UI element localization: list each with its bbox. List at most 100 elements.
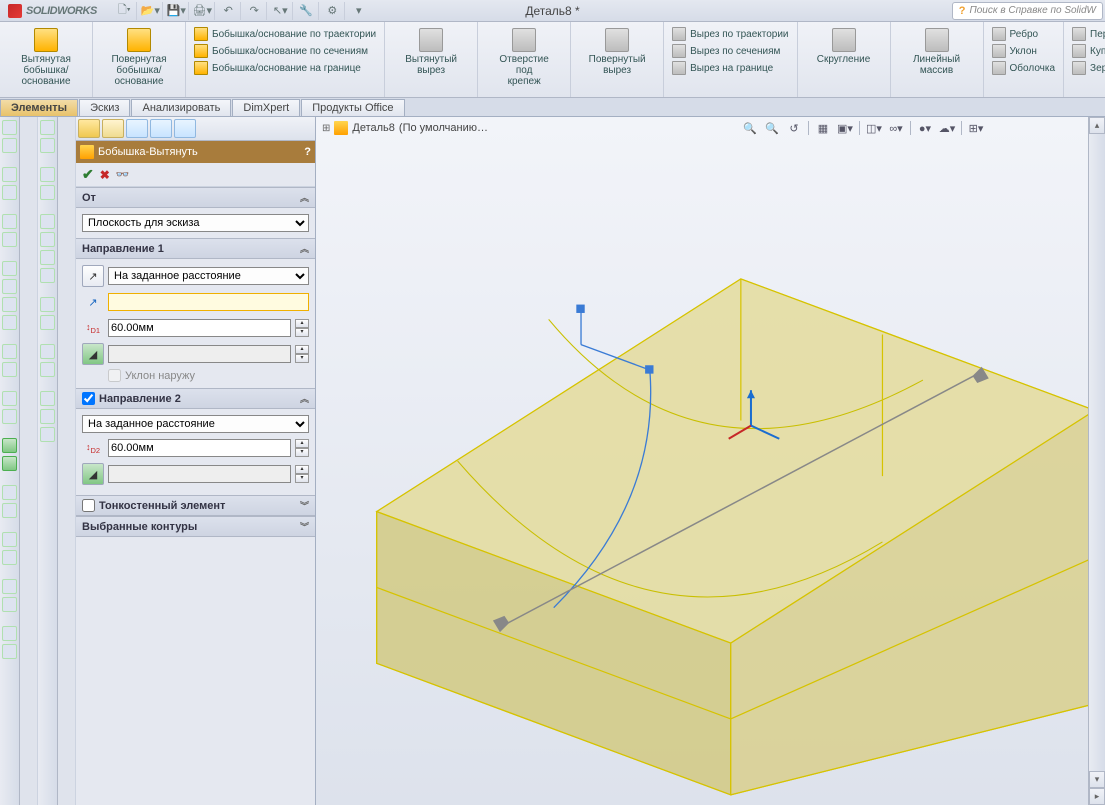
vertical-scrollbar[interactable]: ▴ ▾ ▸ bbox=[1088, 117, 1105, 805]
lofted-boss-button[interactable]: Бобышка/основание по сечениям bbox=[192, 43, 378, 59]
hole-wizard-button[interactable]: Отверстиеподкрепеж bbox=[484, 24, 564, 87]
lt1-u[interactable] bbox=[2, 579, 17, 594]
rebuild-button[interactable]: 🔧 bbox=[295, 2, 319, 20]
pm-tab-config[interactable] bbox=[126, 119, 148, 138]
lt2-m[interactable] bbox=[40, 391, 55, 406]
dir2-enable-checkbox[interactable] bbox=[82, 392, 95, 405]
graphics-viewport[interactable]: ⊞ Деталь8 (По умолчанию… 🔍 🔍 ↺ ▦ ▣▾ ◫▾ ∞… bbox=[316, 117, 1105, 805]
dir1-direction-field[interactable] bbox=[108, 293, 309, 311]
tab-features[interactable]: Элементы bbox=[0, 99, 78, 116]
lt2-n[interactable] bbox=[40, 409, 55, 424]
dome-button[interactable]: Купол bbox=[1070, 43, 1105, 59]
revolved-cut-button[interactable]: Повернутыйвырез bbox=[577, 24, 657, 76]
pm-ok-button[interactable]: ✔ bbox=[82, 166, 94, 183]
from-condition-dropdown[interactable]: Плоскость для эскиза bbox=[82, 214, 309, 232]
move-face-button[interactable]: Перенос bbox=[1070, 26, 1105, 42]
lt2-h[interactable] bbox=[40, 268, 55, 283]
scroll-up-button[interactable]: ▴ bbox=[1089, 117, 1105, 134]
dir2-draft-button[interactable]: ◢ bbox=[82, 463, 104, 485]
lt2-i[interactable] bbox=[40, 297, 55, 312]
open-doc-button[interactable]: 📂▾ bbox=[139, 2, 163, 20]
lt2-o[interactable] bbox=[40, 427, 55, 442]
print-button[interactable]: 🖨▾ bbox=[191, 2, 215, 20]
lt2-c[interactable] bbox=[40, 167, 55, 182]
left-toolbar-1[interactable] bbox=[0, 117, 20, 805]
lt2-b[interactable] bbox=[40, 138, 55, 153]
lt1-s[interactable] bbox=[2, 532, 17, 547]
pm-cancel-button[interactable]: ✖ bbox=[100, 168, 110, 182]
draft-angle-button[interactable]: ◢ bbox=[82, 343, 104, 365]
scroll-down-button[interactable]: ▾ bbox=[1089, 771, 1105, 788]
lt1-a[interactable] bbox=[2, 120, 17, 135]
help-search[interactable]: ? Поиск в Справке по SolidW bbox=[952, 2, 1103, 20]
qat-more-button[interactable]: ▾ bbox=[347, 2, 371, 20]
fillet-button[interactable]: Скругление bbox=[804, 24, 884, 65]
lt1-b[interactable] bbox=[2, 138, 17, 153]
undo-button[interactable]: ↶ bbox=[217, 2, 241, 20]
pm-tab-feature-tree[interactable] bbox=[78, 119, 100, 138]
lt1-t[interactable] bbox=[2, 550, 17, 565]
lt1-g[interactable] bbox=[2, 261, 17, 276]
shell-button[interactable]: Оболочка bbox=[990, 60, 1058, 76]
dir2-depth-spinner[interactable]: ▴▾ bbox=[295, 439, 309, 457]
extruded-cut-button[interactable]: Вытянутыйвырез bbox=[391, 24, 471, 76]
pm-tab-dim[interactable] bbox=[150, 119, 172, 138]
lt1-k[interactable] bbox=[2, 344, 17, 359]
lt1-x[interactable] bbox=[2, 644, 17, 659]
swept-boss-button[interactable]: Бобышка/основание по траектории bbox=[192, 26, 378, 42]
mirror-button[interactable]: Зеркальное о bbox=[1070, 60, 1105, 76]
lt2-f[interactable] bbox=[40, 232, 55, 247]
thin-enable-checkbox[interactable] bbox=[82, 499, 95, 512]
tab-dimxpert[interactable]: DimXpert bbox=[232, 99, 300, 116]
pm-preview-button[interactable]: 👓 bbox=[116, 168, 130, 181]
dir2-draft-spinner[interactable]: ▴▾ bbox=[295, 465, 309, 483]
lt1-n[interactable] bbox=[2, 409, 17, 424]
pm-tab-property[interactable] bbox=[102, 119, 124, 138]
lofted-cut-button[interactable]: Вырез по сечениям bbox=[670, 43, 790, 59]
dir2-depth-field[interactable] bbox=[108, 439, 291, 457]
lt2-k[interactable] bbox=[40, 344, 55, 359]
redo-button[interactable]: ↷ bbox=[243, 2, 267, 20]
extruded-boss-button[interactable]: Вытянутаябобышка/основание bbox=[6, 24, 86, 87]
lt1-r[interactable] bbox=[2, 503, 17, 518]
dir1-draft-spinner[interactable]: ▴▾ bbox=[295, 345, 309, 363]
tab-sketch[interactable]: Эскиз bbox=[79, 99, 130, 116]
draft-outward-checkbox[interactable]: Уклон наружу bbox=[82, 369, 309, 382]
lt1-f[interactable] bbox=[2, 232, 17, 247]
lt2-e[interactable] bbox=[40, 214, 55, 229]
dir1-end-condition-dropdown[interactable]: На заданное расстояние bbox=[108, 267, 309, 285]
lt1-w[interactable] bbox=[2, 626, 17, 641]
options-button[interactable]: ⚙ bbox=[321, 2, 345, 20]
lt2-d[interactable] bbox=[40, 185, 55, 200]
dir1-depth-field[interactable] bbox=[108, 319, 291, 337]
lt2-g[interactable] bbox=[40, 250, 55, 265]
lt2-a[interactable] bbox=[40, 120, 55, 135]
tab-office[interactable]: Продукты Office bbox=[301, 99, 404, 116]
lt1-v[interactable] bbox=[2, 597, 17, 612]
lt1-i[interactable] bbox=[2, 297, 17, 312]
dir1-depth-spinner[interactable]: ▴▾ bbox=[295, 319, 309, 337]
tab-evaluate[interactable]: Анализировать bbox=[131, 99, 231, 116]
lt1-p[interactable] bbox=[2, 456, 17, 471]
lt1-d[interactable] bbox=[2, 185, 17, 200]
draft-button[interactable]: Уклон bbox=[990, 43, 1058, 59]
lt1-q[interactable] bbox=[2, 485, 17, 500]
pm-help-button[interactable]: ? bbox=[304, 146, 311, 158]
boundary-cut-button[interactable]: Вырез на границе bbox=[670, 60, 790, 76]
lt2-l[interactable] bbox=[40, 362, 55, 377]
pm-contours-header[interactable]: Выбранные контуры︾ bbox=[76, 517, 315, 537]
pm-dir2-header[interactable]: Направление 2︽ bbox=[76, 389, 315, 409]
dir2-end-condition-dropdown[interactable]: На заданное расстояние bbox=[82, 415, 309, 433]
lt1-j[interactable] bbox=[2, 315, 17, 330]
lt1-o[interactable] bbox=[2, 438, 17, 453]
pm-dir1-header[interactable]: Направление 1︽ bbox=[76, 239, 315, 259]
swept-cut-button[interactable]: Вырез по траектории bbox=[670, 26, 790, 42]
pm-tab-display[interactable] bbox=[174, 119, 196, 138]
lt2-j[interactable] bbox=[40, 315, 55, 330]
pm-from-header[interactable]: От︽ bbox=[76, 188, 315, 208]
reverse-direction-button[interactable]: ↗ bbox=[82, 265, 104, 287]
scroll-right-button[interactable]: ▸ bbox=[1089, 788, 1105, 805]
dir1-draft-field[interactable] bbox=[108, 345, 291, 363]
save-button[interactable]: 💾▾ bbox=[165, 2, 189, 20]
lt1-l[interactable] bbox=[2, 362, 17, 377]
